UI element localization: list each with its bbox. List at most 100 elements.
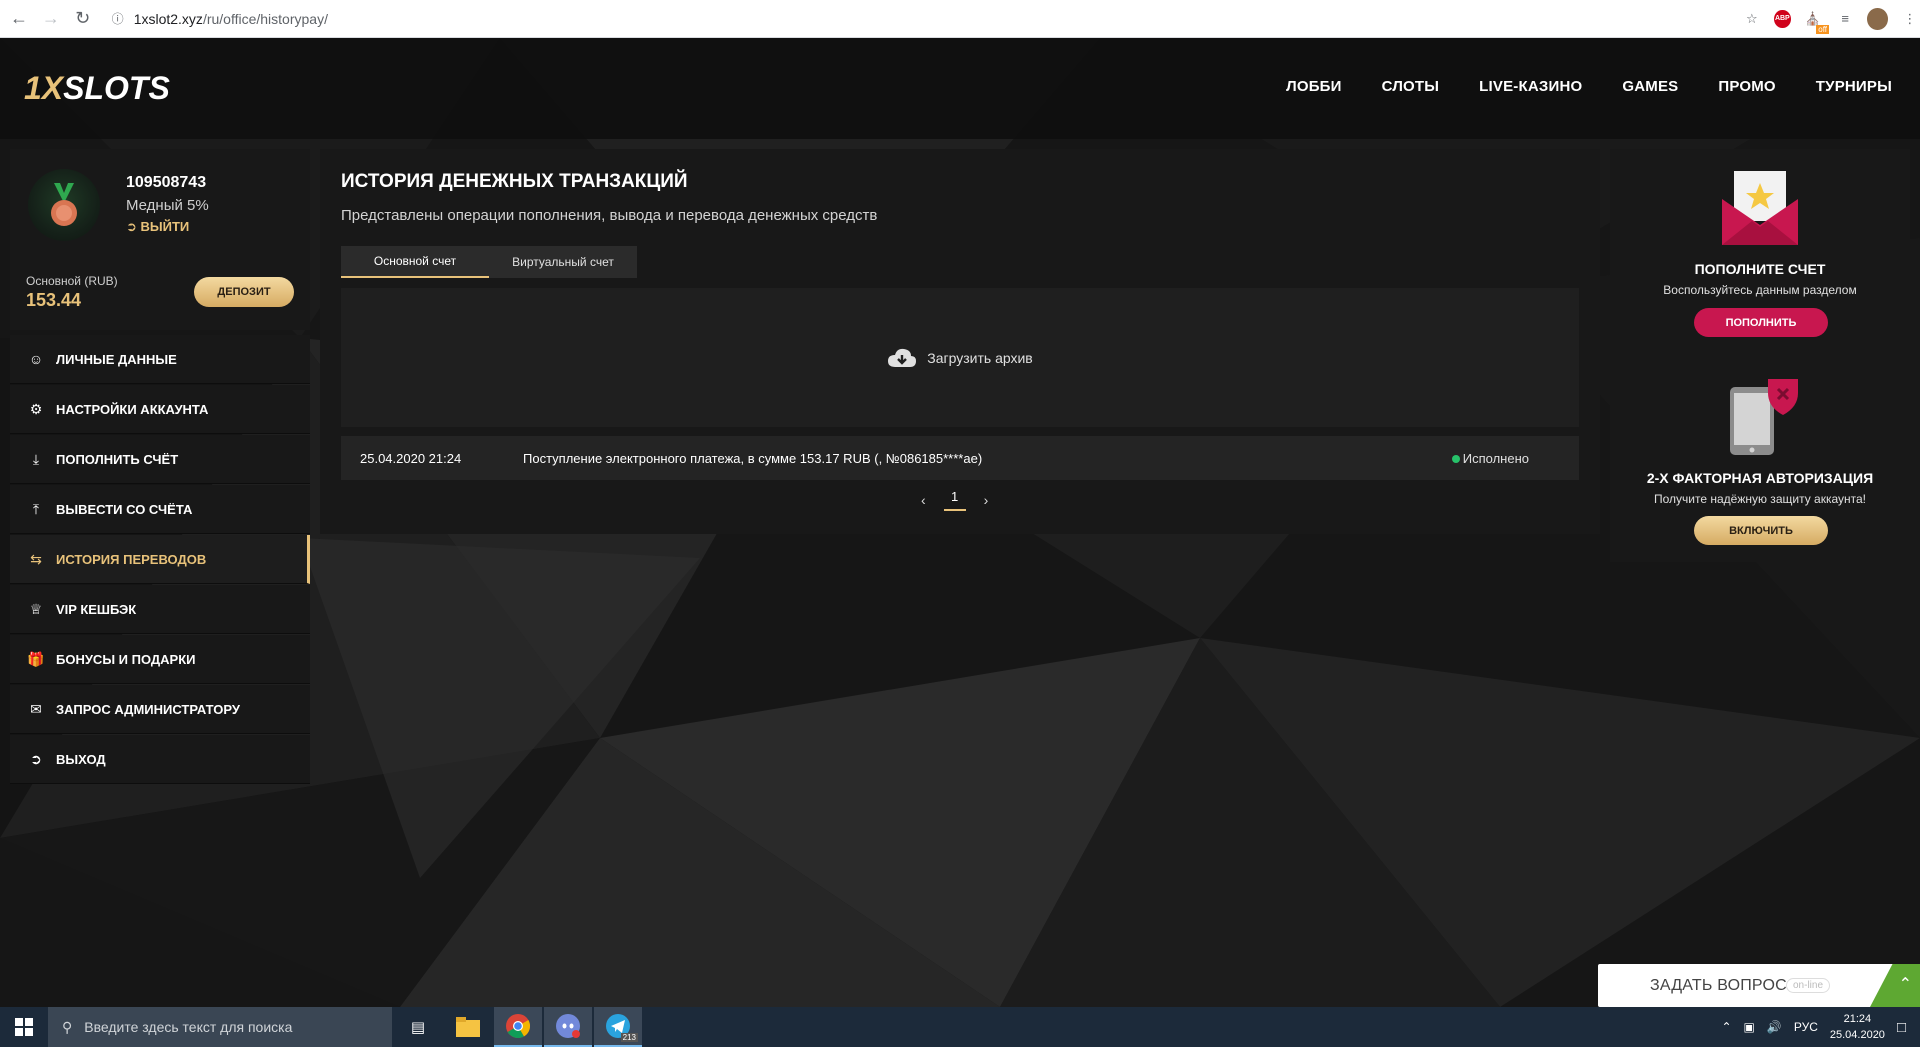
page-subtitle: Представлены операции пополнения, вывода… <box>341 207 878 224</box>
tray-overflow-icon[interactable]: ⌃ <box>1721 1020 1731 1034</box>
windows-logo-icon <box>15 1018 33 1036</box>
side-item-personal-data[interactable]: ☺ ЛИЧНЫЕ ДАННЫЕ <box>10 335 310 384</box>
side-item-account-settings[interactable]: ⚙ НАСТРОЙКИ АККАУНТА <box>10 385 310 434</box>
account-label: Основной (RUB) <box>26 274 118 288</box>
transaction-description: Поступление электронного платежа, в сумм… <box>523 451 983 466</box>
search-icon: ⚲ <box>62 1018 73 1035</box>
clock-time: 21:24 <box>1843 1013 1872 1025</box>
discord-taskbar-icon[interactable] <box>544 1007 592 1047</box>
medal-icon <box>51 183 77 226</box>
nav-live-casino[interactable]: LIVE-КАЗИНО <box>1479 78 1582 95</box>
page-title: ИСТОРИЯ ДЕНЕЖНЫХ ТРАНЗАКЦИЙ <box>341 171 688 192</box>
topup-button[interactable]: ПОПОЛНИТЬ <box>1694 308 1828 337</box>
clock-date: 25.04.2020 <box>1829 1029 1885 1041</box>
online-status-badge: on-line <box>1786 978 1831 993</box>
profile-avatar[interactable] <box>1867 7 1888 30</box>
transaction-date: 25.04.2020 21:24 <box>360 451 462 466</box>
logo-suffix: SLOTS <box>63 70 170 106</box>
exchange-icon: ⇆ <box>30 550 42 567</box>
prev-page-button[interactable]: ‹ <box>921 492 926 508</box>
coupon-extension-icon[interactable]: ⛪ off <box>1803 8 1829 34</box>
phone-shield-icon <box>1730 379 1798 455</box>
side-item-withdraw[interactable]: ⤒ ВЫВЕСТИ СО СЧЁТА <box>10 485 310 534</box>
taskbar-search-input[interactable]: ⚲ Введите здесь текст для поиска <box>48 1007 392 1047</box>
logout-icon: ➲ <box>126 219 141 234</box>
chrome-taskbar-icon[interactable] <box>494 1007 542 1047</box>
notifications-icon[interactable]: □ <box>1897 1019 1906 1036</box>
page-1-button[interactable]: 1 <box>943 489 966 511</box>
windows-taskbar: ⚲ Введите здесь текст для поиска ▤ 213 ⌃… <box>0 1007 1920 1047</box>
ask-question-widget[interactable]: ЗАДАТЬ ВОПРОС on-line ⌃ <box>1598 964 1920 1007</box>
reload-icon[interactable]: ↻ <box>70 5 96 33</box>
logo-prefix: 1X <box>24 70 64 106</box>
deposit-widget-title: ПОПОЛНИТЕ СЧЕТ <box>1694 261 1826 277</box>
ext-badge: off <box>1816 24 1829 34</box>
folder-icon <box>456 1017 480 1037</box>
profile-card: 109508743 Медный 5% ➲ ВЫЙТИ Основной (RU… <box>10 149 310 330</box>
abp-label: ABP <box>1774 15 1790 22</box>
clock[interactable]: 21:24 25.04.2020 <box>1830 1011 1885 1043</box>
security-icon[interactable]: ⓘ <box>112 10 124 27</box>
side-item-label: ИСТОРИЯ ПЕРЕВОДОВ <box>56 551 207 567</box>
sign-out-icon: ➲ <box>30 750 42 767</box>
tab-main-account[interactable]: Основной счет <box>341 246 489 278</box>
file-explorer-icon[interactable] <box>444 1007 492 1047</box>
download-archive-label: Загрузить архив <box>927 349 1033 366</box>
side-item-vip-cashback[interactable]: ♕ VIP КЕШБЭК <box>10 585 310 634</box>
start-button[interactable] <box>0 1007 48 1047</box>
tab-virtual-account[interactable]: Виртуальный счет <box>489 246 637 278</box>
nav-lobby[interactable]: ЛОББИ <box>1286 78 1342 95</box>
envelope-icon: ✉ <box>30 700 42 717</box>
language-indicator[interactable]: РУС <box>1794 1020 1818 1034</box>
crown-icon: ♕ <box>29 600 43 617</box>
ask-expand-corner[interactable]: ⌃ <box>1870 964 1920 1007</box>
nav-tournaments[interactable]: ТУРНИРЫ <box>1816 78 1892 95</box>
download-icon: ⤓ <box>32 450 40 467</box>
deposit-widget: ПОПОЛНИТЕ СЧЕТ Воспользуйтесь данным раз… <box>1610 149 1910 354</box>
user-edit-icon: ☺ <box>28 351 44 367</box>
site-header: 1XSLOTS ЛОББИ СЛОТЫ LIVE-КАЗИНО GAMES ПР… <box>0 38 1920 139</box>
nav-games[interactable]: GAMES <box>1622 78 1678 95</box>
next-page-button[interactable]: › <box>984 492 989 508</box>
two-factor-widget-title: 2-Х ФАКТОРНАЯ АВТОРИЗАЦИЯ <box>1646 470 1874 486</box>
telegram-taskbar-icon[interactable]: 213 <box>594 1007 642 1047</box>
volume-icon[interactable]: 🔊 <box>1767 1020 1782 1034</box>
nav-promo[interactable]: ПРОМО <box>1718 78 1775 95</box>
bookmark-star-icon[interactable]: ☆ <box>1742 8 1762 30</box>
url-path: /ru/office/historypay/ <box>202 10 328 27</box>
url-host: 1xslot2.xyz <box>133 10 203 27</box>
address-bar[interactable]: ⓘ 1xslot2.xyz /ru/office/historypay/ <box>112 5 1752 33</box>
back-icon[interactable]: ← <box>6 5 32 33</box>
download-archive-button[interactable]: Загрузить архив <box>887 347 1033 369</box>
table-row[interactable]: 25.04.2020 21:24 Поступление электронног… <box>341 436 1579 480</box>
reading-list-icon[interactable]: ≡ <box>1835 8 1855 30</box>
menu-dots-icon[interactable]: ⋮ <box>1900 8 1920 30</box>
enable-2fa-button[interactable]: ВКЛЮЧИТЬ <box>1694 516 1828 545</box>
logout-link[interactable]: ➲ ВЫЙТИ <box>126 219 189 235</box>
side-item-label: ВЫВЕСТИ СО СЧЁТА <box>56 501 193 517</box>
side-item-admin-request[interactable]: ✉ ЗАПРОС АДМИНИСТРАТОРУ <box>10 685 310 734</box>
transactions-panel: ИСТОРИЯ ДЕНЕЖНЫХ ТРАНЗАКЦИЙ Представлены… <box>320 149 1600 534</box>
site-logo[interactable]: 1XSLOTS <box>24 70 170 107</box>
nav-slots[interactable]: СЛОТЫ <box>1382 78 1440 95</box>
system-tray: ⌃ ▣ 🔊 РУС 21:24 25.04.2020 □ <box>1721 1011 1920 1043</box>
deposit-widget-text: Воспользуйтесь данным разделом <box>1663 283 1857 297</box>
side-item-transfer-history[interactable]: ⇆ ИСТОРИЯ ПЕРЕВОДОВ <box>10 535 310 584</box>
upload-icon: ⤒ <box>32 500 40 517</box>
envelope-star-icon <box>1722 171 1798 245</box>
adblock-icon[interactable]: ABP <box>1774 9 1791 28</box>
side-item-exit[interactable]: ➲ ВЫХОД <box>10 735 310 784</box>
task-view-icon[interactable]: ▤ <box>394 1007 442 1047</box>
side-item-label: НАСТРОЙКИ АККАУНТА <box>56 401 209 417</box>
deposit-button[interactable]: ДЕПОЗИТ <box>194 277 294 307</box>
side-item-label: VIP КЕШБЭК <box>56 601 137 617</box>
side-item-deposit[interactable]: ⤓ ПОПОЛНИТЬ СЧЁТ <box>10 435 310 484</box>
chrome-icon <box>506 1014 531 1039</box>
taskbar-search-placeholder: Введите здесь текст для поиска <box>84 1019 293 1035</box>
gears-icon: ⚙ <box>29 400 43 417</box>
forward-icon[interactable]: → <box>38 5 64 33</box>
main-nav: ЛОББИ СЛОТЫ LIVE-КАЗИНО GAMES ПРОМО ТУРН… <box>1286 78 1892 95</box>
medal-badge-icon <box>28 169 100 241</box>
side-item-bonuses[interactable]: 🎁 БОНУСЫ И ПОДАРКИ <box>10 635 310 684</box>
network-icon[interactable]: ▣ <box>1744 1020 1755 1034</box>
